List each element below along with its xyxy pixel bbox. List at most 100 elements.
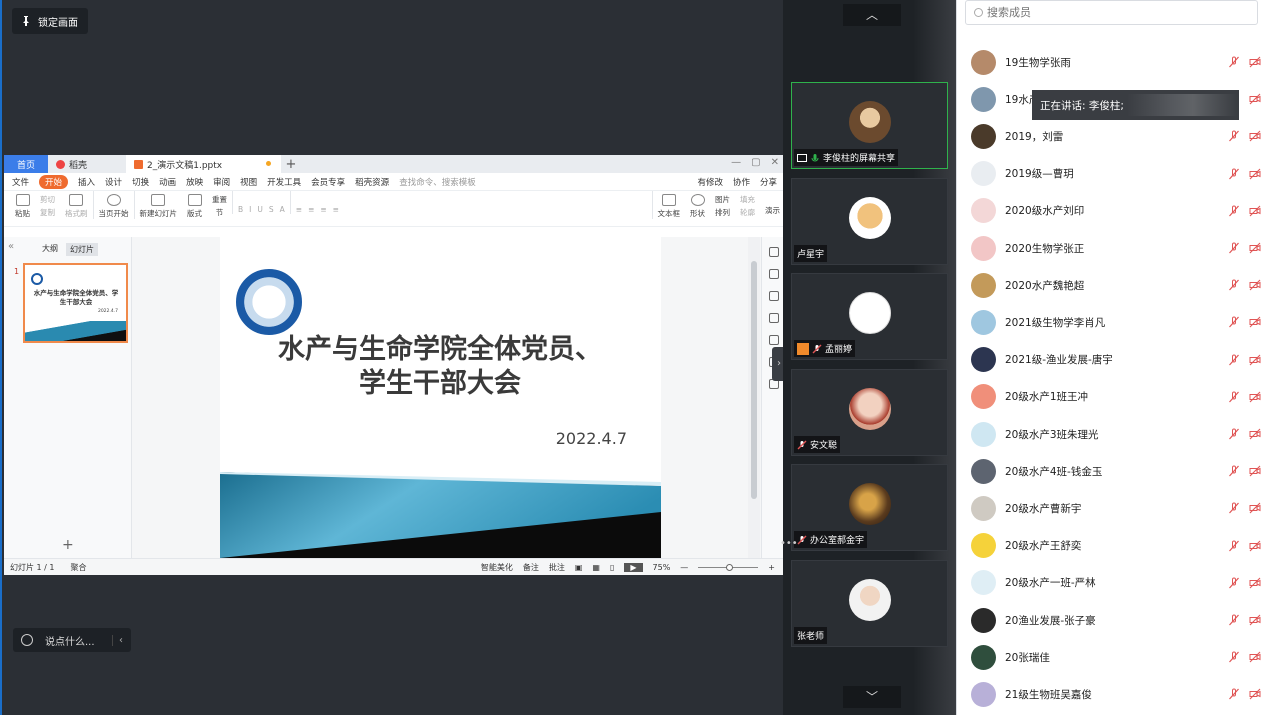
zoom-level[interactable]: 75% [653, 563, 671, 572]
tab-outline[interactable]: 大纲 [42, 243, 58, 256]
paragraph-controls[interactable]: ≡ ≡ ≡ ≡ [289, 191, 344, 214]
menu-design[interactable]: 设计 [105, 176, 122, 188]
mic-muted-icon[interactable] [1228, 354, 1240, 366]
camera-off-icon[interactable] [1249, 391, 1261, 403]
camera-off-icon[interactable] [1249, 428, 1261, 440]
tab-presentation[interactable]: 2_演示文稿1.pptx [126, 155, 281, 173]
section-button[interactable]: 重置节 [207, 191, 232, 218]
member-row[interactable]: 20级水产3班朱理光 [971, 419, 1261, 449]
format-painter-button[interactable]: 格式刷 [60, 191, 93, 219]
camera-off-icon[interactable] [1249, 168, 1261, 180]
video-scroll-down-button[interactable]: ﹀ [843, 686, 901, 708]
mic-muted-icon[interactable] [1228, 540, 1240, 552]
menu-review[interactable]: 审阅 [213, 176, 230, 188]
camera-off-icon[interactable] [1249, 242, 1261, 254]
shape-button[interactable]: 形状 [685, 191, 710, 219]
present-button[interactable]: 演示 [760, 191, 785, 216]
menu-member[interactable]: 会员专享 [311, 176, 345, 188]
menu-slideshow[interactable]: 放映 [186, 176, 203, 188]
modified-button[interactable]: 有修改 [697, 176, 723, 188]
mic-muted-icon[interactable] [1228, 316, 1240, 328]
textbox-button[interactable]: 文本框 [651, 191, 686, 219]
member-row[interactable]: 2021级生物学李肖凡 [971, 307, 1261, 337]
video-tile[interactable]: 孟丽婷 [791, 273, 948, 360]
close-icon[interactable]: ✕ [771, 157, 779, 168]
share-button[interactable]: 分享 [760, 176, 777, 188]
command-search[interactable]: 查找命令、搜索模板 [399, 176, 476, 188]
member-row[interactable]: 2019级—曹玥 [971, 159, 1261, 189]
normal-view-icon[interactable]: ▣ [575, 563, 583, 572]
member-row[interactable]: 20级水产4班-钱金玉 [971, 456, 1261, 486]
mic-muted-icon[interactable] [1228, 168, 1240, 180]
mic-muted-icon[interactable] [1228, 688, 1240, 700]
video-tile[interactable]: 卢星宇 [791, 178, 948, 265]
menu-transition[interactable]: 切换 [132, 176, 149, 188]
add-slide-button[interactable]: + [62, 537, 74, 553]
tab-slides[interactable]: 幻灯片 [66, 243, 98, 256]
vertical-scrollbar[interactable] [748, 237, 760, 558]
member-search-input[interactable] [987, 6, 1227, 19]
minimize-icon[interactable]: — [731, 157, 741, 168]
notes-button[interactable]: 备注 [523, 562, 539, 573]
slide-canvas[interactable]: 水产与生命学院全体党员、 学生干部大会 2022.4.7 [220, 237, 661, 558]
camera-off-icon[interactable] [1249, 205, 1261, 217]
member-row[interactable]: 21级生物班吴嘉俊 [971, 679, 1261, 709]
member-row[interactable]: 2019，刘雷 [971, 121, 1261, 151]
mic-muted-icon[interactable] [1228, 391, 1240, 403]
picture-button[interactable]: 图片 排列 [710, 191, 735, 218]
video-tile[interactable]: 李俊柱的屏幕共享 [791, 82, 948, 169]
tab-home[interactable]: 首页 [4, 155, 48, 173]
tab-docer[interactable]: 稻壳 [48, 155, 126, 173]
camera-off-icon[interactable] [1249, 354, 1261, 366]
video-tile[interactable]: 张老师 [791, 560, 948, 647]
camera-off-icon[interactable] [1249, 279, 1261, 291]
zoom-slider-handle[interactable] [726, 564, 734, 571]
maximize-icon[interactable]: ▢ [751, 157, 760, 168]
mic-muted-icon[interactable] [1228, 614, 1240, 626]
layout-button[interactable]: 版式 [182, 191, 207, 219]
camera-off-icon[interactable] [1249, 540, 1261, 552]
sorter-view-icon[interactable]: ▦ [592, 563, 600, 572]
zoom-out-button[interactable]: — [680, 563, 688, 572]
menu-animation[interactable]: 动画 [159, 176, 176, 188]
member-row[interactable]: 20渔业发展-张子豪 [971, 605, 1261, 635]
play-from-current-button[interactable]: 当页开始 [92, 191, 134, 219]
mic-muted-icon[interactable] [1228, 130, 1240, 142]
member-row[interactable]: 2021级-渔业发展-唐宇 [971, 345, 1261, 375]
camera-off-icon[interactable] [1249, 577, 1261, 589]
menu-developer[interactable]: 开发工具 [267, 176, 301, 188]
camera-off-icon[interactable] [1249, 56, 1261, 68]
member-row[interactable]: 20级水产1班王冲 [971, 382, 1261, 412]
new-tab-button[interactable]: + [281, 157, 301, 172]
member-row[interactable]: 20级水产王舒奕 [971, 531, 1261, 561]
reading-view-icon[interactable]: ▯ [610, 563, 614, 572]
member-row[interactable]: 20级水产曹新宇 [971, 493, 1261, 523]
video-tile[interactable]: 安文聪 [791, 369, 948, 456]
more-options-icon[interactable]: ••• [780, 538, 798, 549]
tool-icon-3[interactable] [768, 291, 779, 301]
menu-view[interactable]: 视图 [240, 176, 257, 188]
camera-off-icon[interactable] [1249, 316, 1261, 328]
camera-off-icon[interactable] [1249, 651, 1261, 663]
mic-muted-icon[interactable] [1228, 465, 1240, 477]
slide-thumbnail[interactable]: 水产与生命学院全体党员、学生干部大会 2022.4.7 [23, 263, 128, 343]
member-row[interactable]: 2020级水产刘印 [971, 196, 1261, 226]
zoom-in-button[interactable]: + [768, 563, 775, 572]
mic-muted-icon[interactable] [1228, 502, 1240, 514]
camera-off-icon[interactable] [1249, 130, 1261, 142]
camera-off-icon[interactable] [1249, 502, 1261, 514]
cut-button[interactable]: 剪切 复制 [35, 191, 60, 218]
camera-off-icon[interactable] [1249, 93, 1261, 105]
camera-off-icon[interactable] [1249, 688, 1261, 700]
video-tile[interactable]: 办公室郝金宇 [791, 464, 948, 551]
lock-screen-button[interactable]: 锁定画面 [12, 8, 88, 34]
menu-file[interactable]: 文件 [12, 176, 29, 188]
mic-muted-icon[interactable] [1228, 205, 1240, 217]
smart-beautify-button[interactable]: 智能美化 [481, 562, 513, 573]
member-row[interactable]: 20级水产一班-严林 [971, 568, 1261, 598]
member-row[interactable]: 2020生物学张正 [971, 233, 1261, 263]
fill-button[interactable]: 填充 轮廓 [735, 191, 760, 218]
menu-docer-resources[interactable]: 稻壳资源 [355, 176, 389, 188]
emoji-icon[interactable] [21, 634, 33, 646]
chevron-left-icon[interactable]: ‹ [112, 634, 123, 646]
